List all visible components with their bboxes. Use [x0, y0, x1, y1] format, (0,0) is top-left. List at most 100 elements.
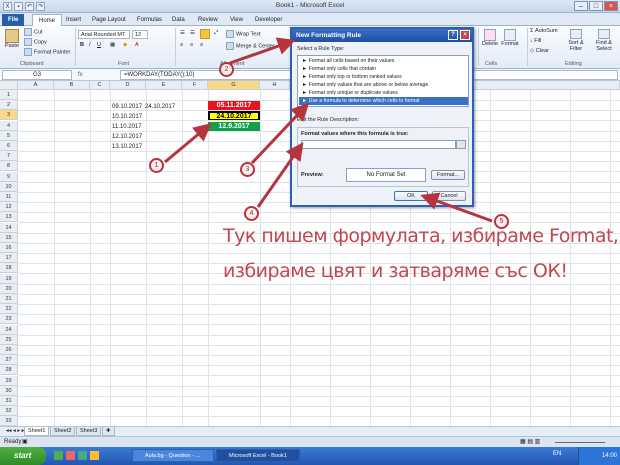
autosum-button[interactable]: Σ AutoSum [530, 28, 558, 34]
taskbar-excel[interactable]: Microsoft Excel - Book1 [216, 449, 300, 462]
align-right-icon[interactable]: ≡ [200, 42, 203, 48]
tab-data[interactable]: Data [166, 14, 191, 26]
row-header[interactable]: 6 [0, 141, 18, 151]
row-header[interactable]: 5 [0, 130, 18, 141]
row-header[interactable]: 13 [0, 212, 18, 223]
tab-review[interactable]: Review [192, 14, 224, 26]
start-button[interactable]: start [0, 447, 46, 465]
row-header[interactable]: 26 [0, 345, 18, 355]
row-header[interactable]: 9 [0, 171, 18, 182]
tab-file[interactable]: File [2, 14, 25, 26]
language-indicator[interactable]: EN [553, 451, 561, 457]
align-middle-icon[interactable]: ☰ [190, 30, 195, 36]
fill-button[interactable]: ↓ Fill [530, 38, 541, 44]
format-dialog-button[interactable]: Format... [431, 170, 465, 180]
underline-button[interactable]: U [97, 42, 101, 48]
wrap-text-button[interactable]: Wrap Text [226, 30, 261, 38]
row-header[interactable]: 19 [0, 273, 18, 284]
select-all-corner[interactable] [0, 81, 18, 90]
column-header[interactable]: H [260, 81, 290, 90]
sheet-tab-2[interactable]: Sheet2 [50, 427, 76, 436]
tab-view[interactable]: View [224, 14, 249, 26]
column-header[interactable]: A [18, 81, 54, 90]
align-center-icon[interactable]: ≡ [190, 42, 193, 48]
row-header[interactable]: 10 [0, 181, 18, 192]
quicklaunch-icon[interactable] [90, 451, 99, 460]
rule-type-item[interactable]: ► Format only cells that contain [299, 65, 468, 73]
row-header[interactable]: 33 [0, 416, 18, 426]
row-header[interactable]: 28 [0, 365, 18, 376]
row-header[interactable]: 30 [0, 385, 18, 396]
row-header[interactable]: 27 [0, 355, 18, 366]
rule-formula-input[interactable] [301, 140, 456, 149]
tab-page-layout[interactable]: Page Layout [86, 14, 132, 26]
ok-button[interactable]: OK [394, 191, 428, 201]
row-header[interactable]: 7 [0, 151, 18, 162]
rule-type-item[interactable]: ► Format only values that are above or b… [299, 81, 468, 89]
rule-type-item[interactable]: ► Format all cells based on their values [299, 57, 468, 65]
maximize-icon[interactable]: □ [589, 1, 603, 11]
tab-developer[interactable]: Developer [249, 14, 288, 26]
row-header[interactable]: 3 [0, 110, 18, 121]
quicklaunch-icon[interactable] [54, 451, 63, 460]
sheet-tab-1[interactable]: Sheet1 [24, 427, 50, 436]
row-header[interactable]: 2 [0, 100, 18, 111]
clear-button[interactable]: ◇ Clear [530, 48, 549, 54]
row-header[interactable]: 23 [0, 314, 18, 325]
row-header[interactable]: 1 [0, 90, 18, 100]
orientation-icon[interactable]: ⤢ [214, 30, 218, 37]
column-header[interactable]: C [90, 81, 110, 90]
range-picker-icon[interactable] [456, 140, 466, 149]
row-header[interactable]: 18 [0, 263, 18, 274]
align-bottom-icon[interactable] [200, 29, 210, 39]
minimize-icon[interactable]: – [574, 1, 588, 11]
row-header[interactable]: 25 [0, 334, 18, 345]
tab-insert[interactable]: Insert [60, 14, 87, 26]
zoom-slider[interactable] [555, 442, 605, 443]
bold-button[interactable]: B [80, 42, 84, 48]
rule-type-item[interactable]: ► Format only top or bottom ranked value… [299, 73, 468, 81]
format-painter-button[interactable]: Format Painter [24, 48, 70, 56]
format-button[interactable]: Format [501, 29, 519, 47]
copy-button[interactable]: Copy [24, 38, 47, 46]
rule-type-list[interactable]: ► Format all cells based on their values… [297, 55, 469, 107]
row-header[interactable]: 29 [0, 375, 18, 386]
sheet-tab-3[interactable]: Sheet3 [76, 427, 102, 436]
rule-type-item[interactable]: ► Format only unique or duplicate values [299, 89, 468, 97]
font-name-select[interactable]: Arial Rounded MT [78, 30, 130, 39]
borders-icon[interactable]: ▦ [110, 42, 115, 48]
tab-formulas[interactable]: Formulas [131, 14, 168, 26]
close-window-icon[interactable]: × [604, 1, 618, 11]
quicklaunch-icon[interactable] [78, 451, 87, 460]
row-header[interactable]: 12 [0, 202, 18, 213]
fx-icon[interactable]: fx [78, 70, 118, 80]
taskbar-browser[interactable]: Aula.bg - Question - ... [132, 449, 214, 462]
column-header[interactable]: D [110, 81, 146, 90]
font-size-select[interactable]: 12 [132, 30, 148, 39]
rule-type-item-selected[interactable]: ► Use a formula to determine which cells… [299, 97, 468, 105]
row-header[interactable]: 24 [0, 324, 18, 335]
tab-home[interactable]: Home [32, 14, 63, 26]
delete-button[interactable]: Delete [481, 29, 499, 47]
row-header[interactable]: 21 [0, 294, 18, 304]
sort-filter-button[interactable]: Sort & Filter [564, 29, 588, 52]
row-header[interactable]: 17 [0, 253, 18, 264]
row-header[interactable]: 16 [0, 243, 18, 253]
merge-center-button[interactable]: Merge & Center [226, 42, 275, 50]
row-header[interactable]: 4 [0, 120, 18, 131]
row-header[interactable]: 32 [0, 406, 18, 417]
align-top-icon[interactable]: ☰ [180, 30, 185, 36]
cut-button[interactable]: Cut [24, 28, 43, 36]
column-header[interactable]: F [182, 81, 208, 90]
cancel-button[interactable]: Cancel [432, 191, 466, 201]
paste-button[interactable]: Paste [3, 29, 21, 49]
row-header[interactable]: 14 [0, 222, 18, 233]
row-header[interactable]: 22 [0, 304, 18, 315]
align-left-icon[interactable]: ≡ [180, 42, 183, 48]
row-header[interactable]: 11 [0, 192, 18, 202]
column-header[interactable]: B [54, 81, 90, 90]
row-header[interactable]: 15 [0, 232, 18, 243]
fill-color-icon[interactable]: ◆ [123, 42, 127, 48]
row-header[interactable]: 31 [0, 396, 18, 406]
italic-button[interactable]: I [89, 42, 91, 48]
